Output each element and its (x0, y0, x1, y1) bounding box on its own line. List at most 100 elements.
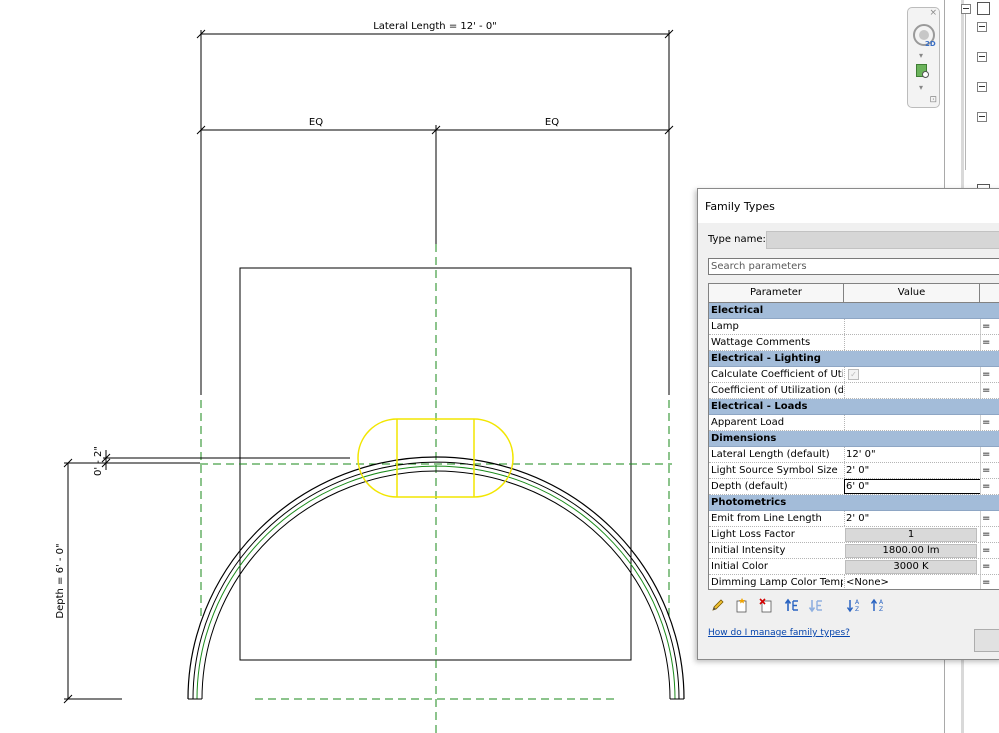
navigation-bar[interactable]: × 2D ▾ ▾ ⊡ (907, 7, 940, 108)
sort-ascending-icon[interactable]: AZ (846, 597, 862, 613)
table-row[interactable]: Dimming Lamp Color Tempe <None> = (709, 575, 999, 589)
svg-text:Z: Z (855, 606, 859, 613)
param-value[interactable]: 12' 0" (844, 447, 981, 462)
collapse-icon[interactable] (961, 4, 971, 14)
param-value[interactable]: 2' 0" (844, 511, 981, 526)
param-value-editing[interactable]: 6' 0" (844, 479, 981, 494)
grid-header: Parameter Value (709, 284, 999, 303)
param-formula[interactable]: = (980, 575, 999, 589)
param-value-button[interactable]: 1 (845, 528, 977, 542)
dimension-offset[interactable] (101, 450, 350, 470)
param-formula[interactable]: = (980, 383, 999, 398)
new-type-icon[interactable] (734, 597, 750, 613)
param-formula[interactable]: = (980, 559, 999, 574)
type-name-dropdown[interactable] (766, 231, 999, 249)
param-name: Dimming Lamp Color Tempe (711, 577, 843, 588)
table-row[interactable]: Light Source Symbol Size 2' 0" = (709, 463, 999, 479)
group-header-dimensions[interactable]: Dimensions (709, 431, 999, 447)
collapse-icon[interactable] (977, 112, 987, 122)
move-down-icon[interactable] (808, 597, 824, 613)
param-name: Calculate Coefficient of Utiliz (711, 369, 843, 380)
column-header-parameter[interactable]: Parameter (709, 284, 844, 302)
move-up-icon[interactable] (784, 597, 800, 613)
group-header-electrical-loads[interactable]: Electrical - Loads (709, 399, 999, 415)
param-value-button[interactable]: 3000 K (845, 560, 977, 574)
collapse-icon[interactable] (977, 52, 987, 62)
param-formula[interactable]: = (980, 415, 999, 430)
dimension-lateral-length-label[interactable]: Lateral Length = 12' - 0" (373, 21, 497, 32)
param-formula[interactable]: = (980, 463, 999, 478)
svg-text:Z: Z (879, 606, 883, 613)
collapse-icon[interactable] (977, 82, 987, 92)
table-row[interactable]: Emit from Line Length 2' 0" = (709, 511, 999, 527)
param-value[interactable]: <None> (844, 575, 981, 589)
table-row[interactable]: Depth (default) 6' 0" = (709, 479, 999, 495)
svg-text:A: A (855, 599, 860, 606)
param-name: Lamp (711, 321, 739, 332)
param-value-cell (844, 367, 981, 382)
table-row[interactable]: Coefficient of Utilization (def = (709, 383, 999, 399)
param-value[interactable]: 2' 0" (844, 463, 981, 478)
param-name: Lateral Length (default) (711, 449, 830, 460)
dimension-offset-label[interactable]: 0' - 2" (93, 446, 104, 476)
parameter-grid[interactable]: Parameter Value Electrical Lamp = Wattag… (708, 283, 999, 590)
dimension-lateral-length[interactable] (196, 29, 674, 395)
param-formula[interactable]: = (980, 367, 999, 382)
param-value-button[interactable]: 1800.00 lm (845, 544, 977, 558)
pencil-icon[interactable] (710, 597, 726, 613)
chevron-down-icon[interactable]: ▾ (919, 84, 923, 92)
param-value[interactable] (844, 319, 981, 334)
dimension-eq-right-label[interactable]: EQ (545, 117, 559, 128)
param-value[interactable] (844, 335, 981, 350)
dialog-button[interactable] (974, 629, 999, 652)
dimension-eq-left-label[interactable]: EQ (309, 117, 323, 128)
close-icon[interactable]: × (929, 8, 937, 18)
param-formula[interactable]: = (980, 479, 999, 494)
group-header-photometrics[interactable]: Photometrics (709, 495, 999, 511)
table-row[interactable]: Initial Intensity 1800.00 lm = (709, 543, 999, 559)
column-header-value[interactable]: Value (844, 284, 980, 302)
search-parameters-input[interactable] (708, 258, 999, 275)
customize-icon[interactable]: ⊡ (929, 96, 937, 105)
dimension-depth[interactable] (63, 458, 200, 704)
table-row[interactable]: Lateral Length (default) 12' 0" = (709, 447, 999, 463)
table-row[interactable]: Calculate Coefficient of Utiliz ✓ = (709, 367, 999, 383)
param-name: Emit from Line Length (711, 513, 822, 524)
group-header-electrical-lighting[interactable]: Electrical - Lighting (709, 351, 999, 367)
param-name: Initial Color (711, 561, 768, 572)
param-formula[interactable]: = (980, 511, 999, 526)
table-row[interactable]: Lamp = (709, 319, 999, 335)
tree-connector (965, 10, 966, 170)
delete-type-icon[interactable] (758, 597, 774, 613)
family-types-dialog[interactable]: Family Types Type name: Parameter Value … (697, 188, 999, 660)
dimension-depth-label[interactable]: Depth = 6' - 0" (55, 543, 66, 618)
nav-2d-label: 2D (925, 40, 936, 48)
param-formula[interactable]: = (980, 319, 999, 334)
checkbox[interactable]: ✓ (848, 369, 859, 380)
param-formula[interactable]: = (980, 543, 999, 558)
table-row[interactable]: Light Loss Factor 1 = (709, 527, 999, 543)
table-row[interactable]: Apparent Load = (709, 415, 999, 431)
param-formula[interactable]: = (980, 447, 999, 462)
zoom-icon[interactable] (916, 64, 929, 78)
grid-body: Electrical Lamp = Wattage Comments = Ele… (709, 303, 999, 589)
group-header-electrical[interactable]: Electrical (709, 303, 999, 319)
help-link[interactable]: How do I manage family types? (708, 628, 850, 638)
table-row[interactable]: Initial Color 3000 K = (709, 559, 999, 575)
dialog-title: Family Types (705, 200, 775, 213)
sort-descending-icon[interactable]: AZ (870, 597, 886, 613)
svg-text:A: A (879, 599, 884, 606)
param-formula[interactable]: = (980, 527, 999, 542)
type-name-label: Type name: (708, 234, 766, 245)
chevron-down-icon[interactable]: ▾ (919, 52, 923, 60)
param-value[interactable] (844, 383, 981, 398)
param-name: Depth (default) (711, 481, 788, 492)
param-name: Light Loss Factor (711, 529, 795, 540)
collapse-icon[interactable] (977, 22, 987, 32)
param-formula[interactable]: = (980, 335, 999, 350)
table-row[interactable]: Wattage Comments = (709, 335, 999, 351)
dimension-eq[interactable] (196, 125, 674, 135)
param-name: Light Source Symbol Size (711, 465, 838, 476)
dialog-titlebar[interactable]: Family Types (698, 189, 999, 223)
param-value[interactable] (844, 415, 981, 430)
